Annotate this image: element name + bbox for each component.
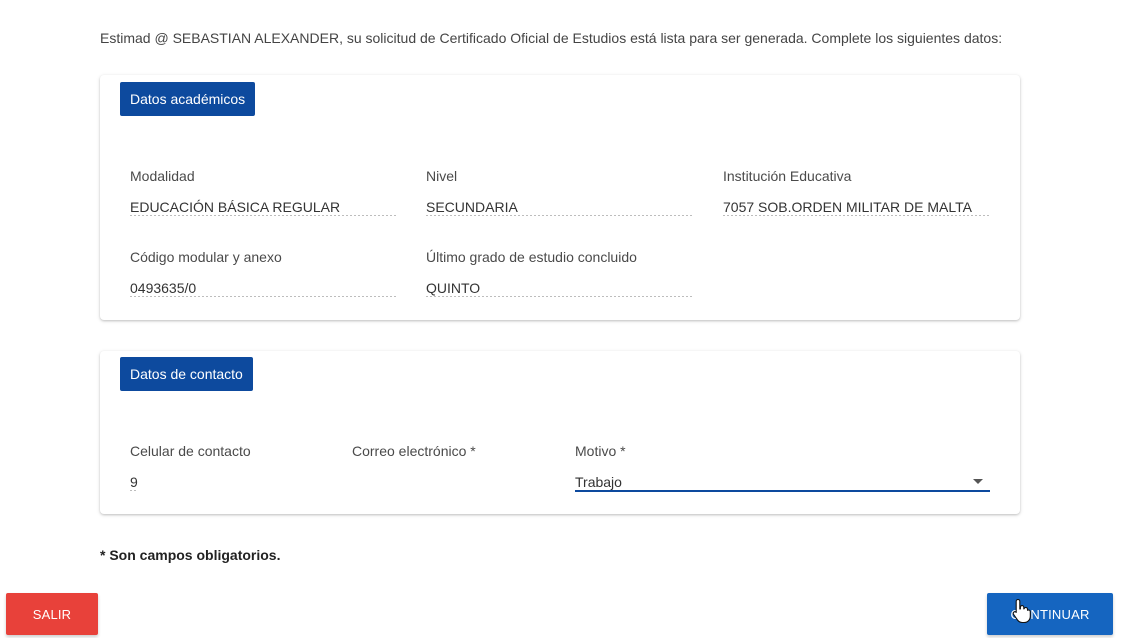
certificate-request-page: Estimad @ SEBASTIAN ALEXANDER, su solici… — [0, 0, 1126, 638]
modalidad-field: Modalidad EDUCACIÓN BÁSICA REGULAR — [130, 168, 397, 216]
nivel-label: Nivel — [426, 168, 458, 184]
motivo-label: Motivo * — [575, 443, 626, 459]
celular-underline — [130, 490, 138, 491]
correo-label: Correo electrónico * — [352, 443, 476, 459]
modalidad-value: EDUCACIÓN BÁSICA REGULAR — [130, 199, 341, 215]
nivel-value: SECUNDARIA — [426, 199, 518, 215]
academic-data-card: Datos académicos Modalidad EDUCACIÓN BÁS… — [100, 75, 1020, 320]
codigo-value: 0493635/0 — [130, 280, 197, 296]
academic-card-title: Datos académicos — [120, 82, 256, 116]
codigo-label: Código modular y anexo — [130, 249, 282, 265]
contact-card-title: Datos de contacto — [120, 357, 253, 391]
chevron-down-icon[interactable] — [973, 479, 983, 484]
celular-label: Celular de contacto — [130, 443, 251, 459]
correo-field[interactable]: Correo electrónico * — [352, 443, 476, 459]
modalidad-underline — [130, 215, 397, 216]
hand-pointer-icon — [1012, 598, 1031, 624]
institucion-value: 7057 SOB.ORDEN MILITAR DE MALTA — [723, 199, 972, 215]
grado-value: QUINTO — [426, 280, 481, 296]
contact-data-card: Datos de contacto Celular de contacto 9 … — [100, 351, 1020, 514]
grado-field: Último grado de estudio concluido QUINTO — [426, 249, 693, 297]
nivel-underline — [426, 215, 693, 216]
grado-label: Último grado de estudio concluido — [426, 249, 637, 265]
codigo-field: Código modular y anexo 0493635/0 — [130, 249, 397, 297]
institucion-label: Institución Educativa — [723, 168, 852, 184]
intro-message: Estimad @ SEBASTIAN ALEXANDER, su solici… — [100, 30, 1003, 46]
modalidad-label: Modalidad — [130, 168, 195, 184]
codigo-underline — [130, 296, 397, 297]
motivo-select[interactable]: Motivo * Trabajo — [575, 443, 990, 493]
required-fields-note: * Son campos obligatorios. — [100, 547, 281, 563]
celular-field[interactable]: Celular de contacto 9 — [130, 443, 251, 491]
grado-underline — [426, 296, 693, 297]
nivel-field: Nivel SECUNDARIA — [426, 168, 693, 216]
motivo-selected-value[interactable]: Trabajo — [575, 474, 622, 490]
institucion-underline — [723, 215, 990, 216]
institucion-field: Institución Educativa 7057 SOB.ORDEN MIL… — [723, 168, 990, 216]
continue-button[interactable]: CONTINUAR — [987, 593, 1113, 635]
exit-button[interactable]: SALIR — [6, 593, 98, 635]
celular-input[interactable]: 9 — [130, 474, 138, 490]
motivo-underline — [575, 490, 990, 492]
